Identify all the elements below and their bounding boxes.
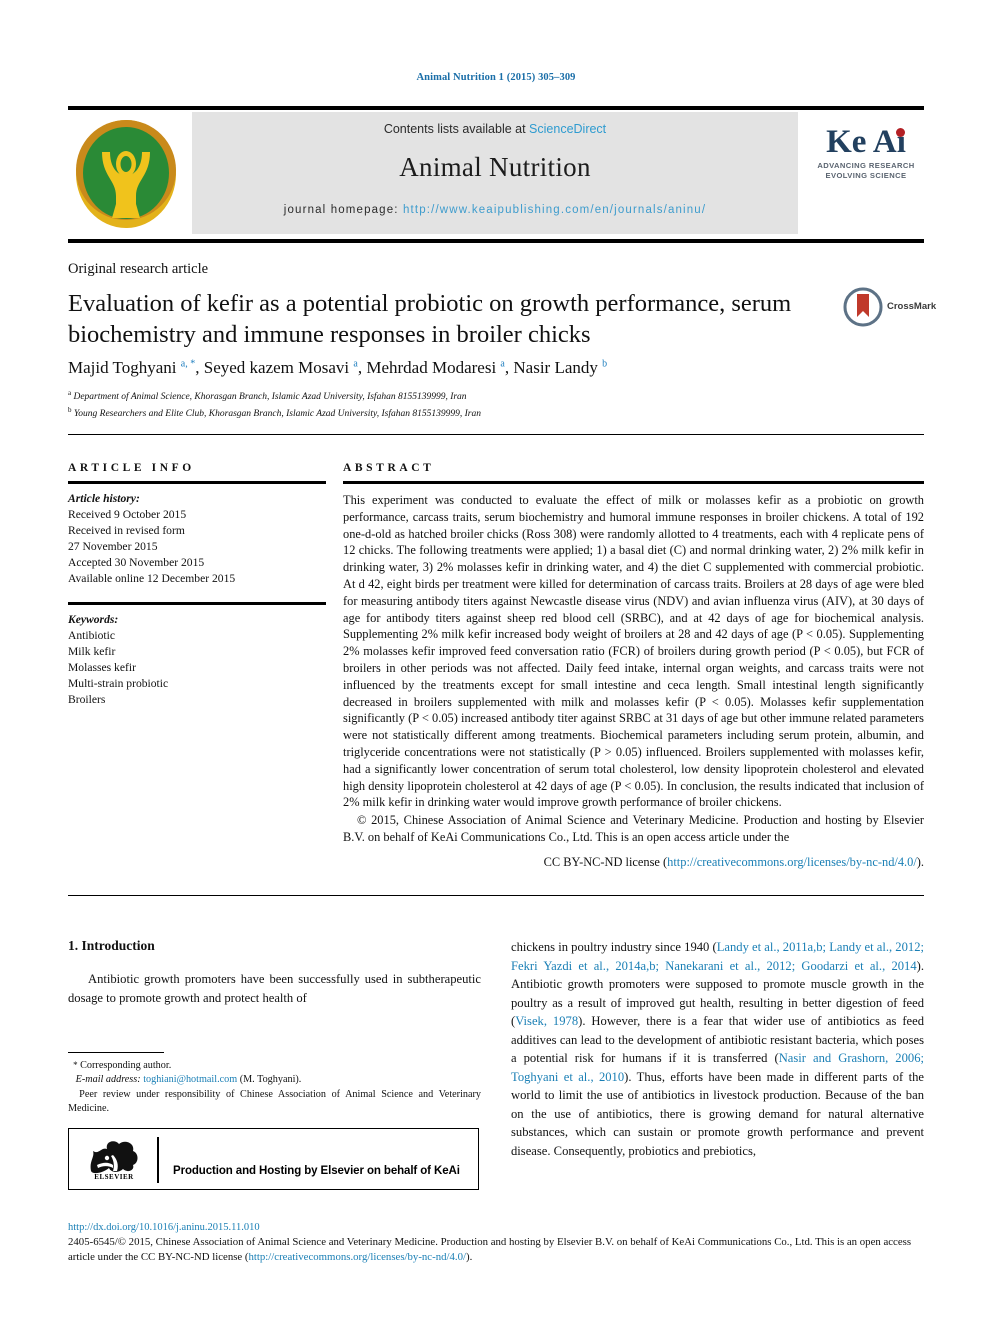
article-info-rule xyxy=(68,481,326,484)
keyword-item: Broilers xyxy=(68,692,106,706)
journal-homepage-line: journal homepage: http://www.keaipublish… xyxy=(192,204,798,216)
footnote-email: E-mail address: toghiani@hotmail.com (M.… xyxy=(68,1073,481,1087)
masthead-band: Contents lists available at ScienceDirec… xyxy=(192,112,798,234)
footnote-peer-review: Peer review under responsibility of Chin… xyxy=(68,1088,481,1117)
article-info-heading: ARTICLE INFO xyxy=(68,462,195,474)
keai-tagline-line1: ADVANCING RESEARCH xyxy=(817,161,915,170)
contents-lists-line: Contents lists available at ScienceDirec… xyxy=(192,122,798,136)
keai-wordmark: Ke Ai xyxy=(826,126,906,159)
page-title: Evaluation of kefir as a potential probi… xyxy=(68,290,792,349)
keai-tagline: ADVANCING RESEARCH EVOLVING SCIENCE xyxy=(810,161,922,180)
corresponding-author-text: Corresponding author. xyxy=(80,1060,172,1071)
keai-red-dot-icon xyxy=(895,128,905,137)
intro-left-column: 1. Introduction Antibiotic growth promot… xyxy=(68,938,481,1007)
footer-license-suffix: ). xyxy=(466,1251,473,1264)
footnote-corresponding: * Corresponding author. xyxy=(68,1059,481,1073)
crossmark-label: CrossMark xyxy=(887,301,937,312)
abstract-bottom-rule xyxy=(68,895,924,896)
peer-review-text: Peer review under responsibility of Chin… xyxy=(68,1088,482,1115)
email-owner: (M. Toghyani). xyxy=(239,1074,302,1086)
affiliation-a-text: Department of Animal Science, Khorasgan … xyxy=(73,392,467,403)
sciencedirect-link[interactable]: ScienceDirect xyxy=(529,122,606,136)
article-history-block: Article history: Received 9 October 2015… xyxy=(68,491,326,587)
abstract-license-line: CC BY-NC-ND license (http://creativecomm… xyxy=(343,854,924,871)
keai-tagline-line2: EVOLVING SCIENCE xyxy=(825,170,907,180)
history-item: Received 9 October 2015 xyxy=(68,507,187,521)
intro-text-a: chickens in poultry industry since 1940 … xyxy=(511,940,717,954)
abstract-column: ABSTRACT This experiment was conducted t… xyxy=(343,462,924,871)
history-item: Accepted 30 November 2015 xyxy=(68,555,205,569)
email-label: E-mail address: xyxy=(75,1074,141,1086)
abstract-rule xyxy=(343,481,924,484)
citation-link-b[interactable]: Visek, 1978 xyxy=(515,1014,578,1028)
keyword-item: Molasses kefir xyxy=(68,660,136,674)
affiliation-b: b Young Researchers and Elite Club, Khor… xyxy=(68,405,481,420)
footnote-rule xyxy=(68,1052,164,1053)
homepage-prefix: journal homepage: xyxy=(283,204,403,216)
contents-prefix: Contents lists available at xyxy=(383,122,530,136)
corresponding-star-icon: * xyxy=(73,1060,78,1070)
history-item: Received in revised form xyxy=(68,523,185,537)
header-divider-rule xyxy=(68,434,924,435)
keai-wordmark-text: Ke Ai xyxy=(826,124,906,160)
footnote-block: * Corresponding author. E-mail address: … xyxy=(68,1052,481,1117)
email-link[interactable]: toghiani@hotmail.com xyxy=(143,1074,237,1085)
keywords-block: Keywords: Antibiotic Milk kefir Molasses… xyxy=(68,612,326,708)
abstract-heading: ABSTRACT xyxy=(343,462,435,474)
keyword-item: Milk kefir xyxy=(68,644,116,658)
production-box-divider xyxy=(157,1137,159,1183)
footer-license-text: 2405-6545/© 2015, Chinese Association of… xyxy=(68,1235,924,1266)
masthead-top-rule xyxy=(68,106,924,110)
keai-publisher-logo: Ke Ai ADVANCING RESEARCH EVOLVING SCIENC… xyxy=(810,126,922,180)
footer-issn-text: 2405-6545/© 2015, Chinese Association of… xyxy=(68,1236,912,1264)
crossmark-icon[interactable] xyxy=(843,287,883,327)
abstract-copyright: © 2015, Chinese Association of Animal Sc… xyxy=(343,813,924,844)
journal-title: Animal Nutrition xyxy=(399,152,591,182)
history-item: 27 November 2015 xyxy=(68,539,158,553)
history-item: Available online 12 December 2015 xyxy=(68,571,236,585)
introduction-paragraph-right: chickens in poultry industry since 1940 … xyxy=(511,938,924,1160)
crossmark-badge-group[interactable]: CrossMark xyxy=(843,287,943,329)
production-hosting-text: Production and Hosting by Elsevier on be… xyxy=(173,1165,460,1177)
affiliation-a: a Department of Animal Science, Khorasga… xyxy=(68,389,467,403)
homepage-url-link[interactable]: http://www.keaipublishing.com/en/journal… xyxy=(403,204,706,216)
production-hosting-box: ELSEVIER Production and Hosting by Elsev… xyxy=(68,1128,479,1190)
doi-link[interactable]: http://dx.doi.org/10.1016/j.aninu.2015.1… xyxy=(68,1222,924,1233)
journal-masthead: Contents lists available at ScienceDirec… xyxy=(68,112,924,234)
keywords-label: Keywords: xyxy=(68,612,119,626)
article-info-column: ARTICLE INFO Article history: Received 9… xyxy=(68,462,326,708)
running-head: Animal Nutrition 1 (2015) 305–309 xyxy=(416,72,576,83)
animal-nutrition-logo-icon xyxy=(72,118,180,230)
masthead-bottom-rule xyxy=(68,239,924,243)
license-link[interactable]: http://creativecommons.org/licenses/by-n… xyxy=(667,855,917,869)
keywords-rule xyxy=(68,601,326,605)
author-list: Majid Toghyani a, *, Seyed kazem Mosavi … xyxy=(68,358,608,377)
paper-page: Animal Nutrition 1 (2015) 305–309 Conten… xyxy=(0,0,992,1323)
footer-license-link[interactable]: http://creativecommons.org/licenses/by-n… xyxy=(249,1251,467,1263)
article-type-label: Original research article xyxy=(68,261,209,277)
elsevier-wordmark: ELSEVIER xyxy=(94,1173,134,1181)
intro-right-column: chickens in poultry industry since 1940 … xyxy=(511,938,924,1160)
introduction-heading: 1. Introduction xyxy=(68,938,155,953)
keyword-item: Multi-strain probiotic xyxy=(68,676,169,690)
affiliation-b-text: Young Researchers and Elite Club, Khoras… xyxy=(73,409,481,420)
license-suffix: ). xyxy=(916,854,924,869)
keyword-item: Antibiotic xyxy=(68,628,116,642)
license-prefix: CC BY-NC-ND license ( xyxy=(543,854,668,869)
page-footer: http://dx.doi.org/10.1016/j.aninu.2015.1… xyxy=(68,1222,924,1266)
abstract-body: This experiment was conducted to evaluat… xyxy=(343,493,924,810)
affiliations: a Department of Animal Science, Khorasga… xyxy=(68,388,858,422)
introduction-paragraph-left: Antibiotic growth promoters have been su… xyxy=(68,972,481,1005)
article-history-label: Article history: xyxy=(68,492,140,505)
